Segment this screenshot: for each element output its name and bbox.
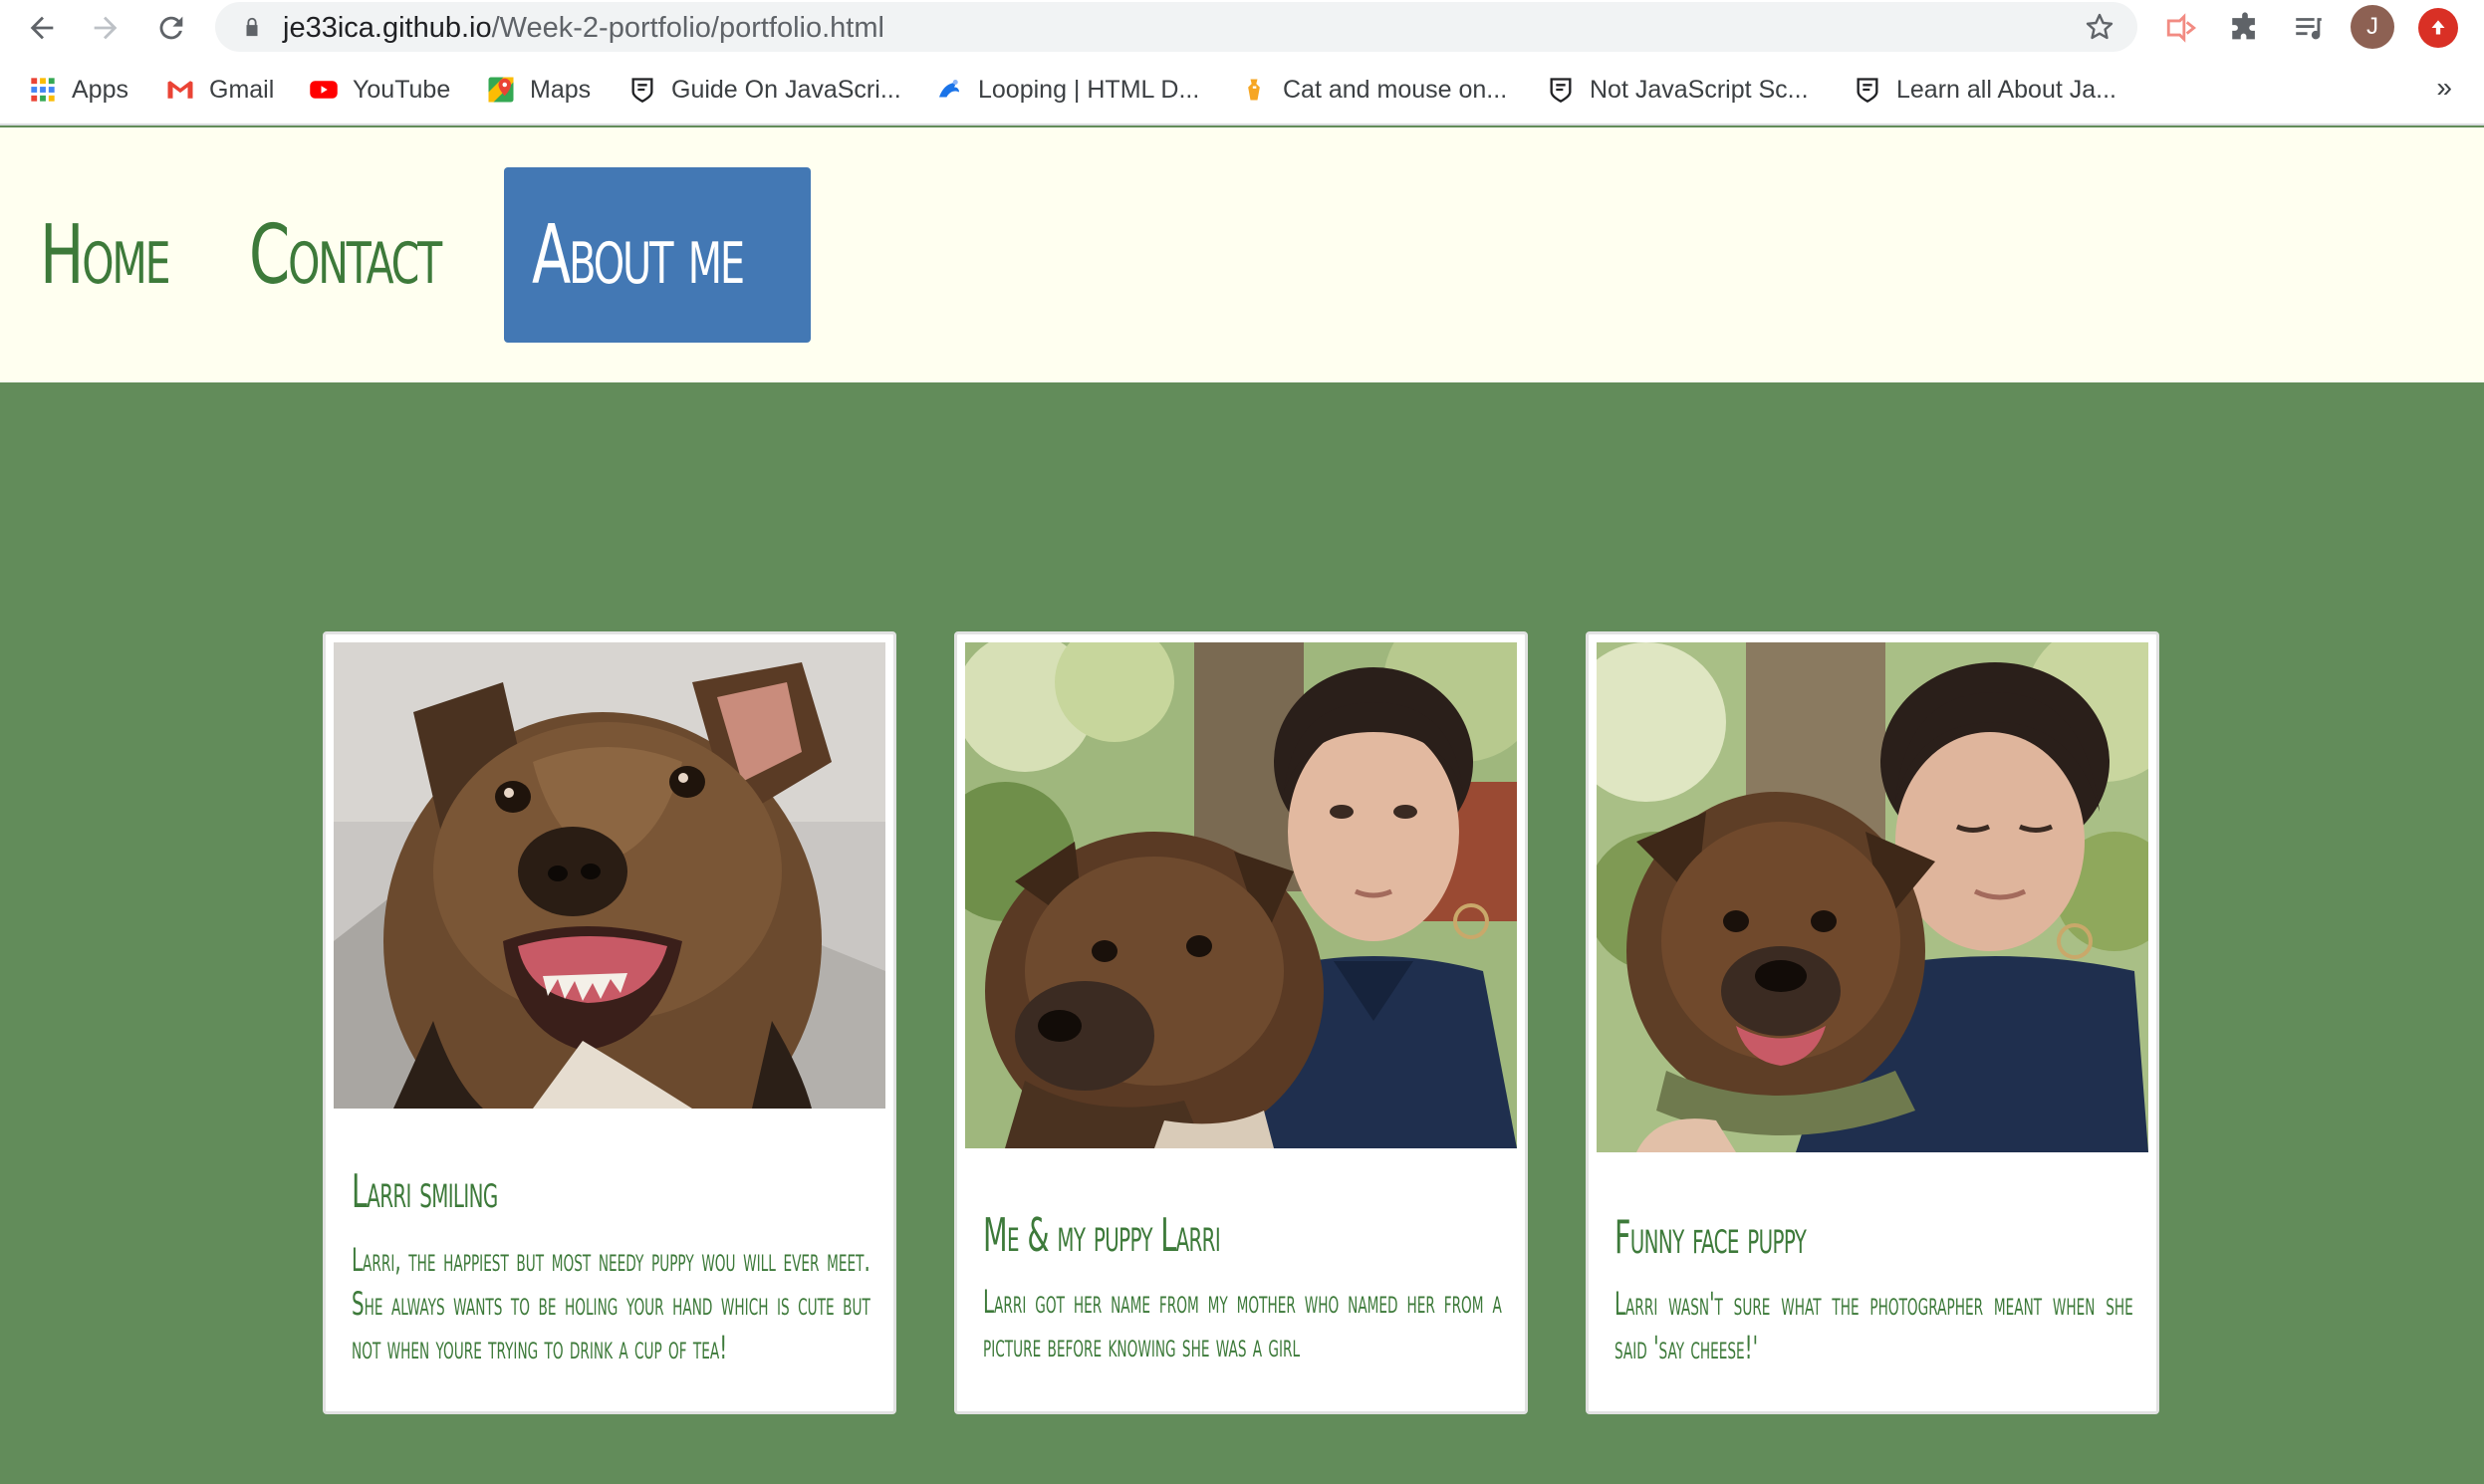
card-photo: [334, 642, 885, 1109]
nav-about-label: About me: [532, 207, 745, 303]
card-title: Funny face puppy: [1615, 1210, 1807, 1264]
back-button[interactable]: [20, 6, 64, 50]
youtube-icon: [309, 75, 339, 105]
browser-toolbar: je33ica.github.io/Week-2-portfolio/portf…: [0, 0, 2484, 56]
photo-card-3: Funny face puppy Larri wasn't sure what …: [1586, 631, 2159, 1414]
card-body: Larri wasn't sure what the photographer …: [1615, 1285, 2133, 1366]
reading-list-icon[interactable]: [2289, 8, 2329, 48]
site-header: Home Contact: [0, 127, 2484, 382]
arrow-left-icon: [30, 16, 54, 40]
card-title: Me & my puppy Larri: [983, 1208, 1221, 1262]
card-photo: [1597, 642, 2148, 1152]
card-title: Larri smiling: [352, 1164, 498, 1218]
bookmark-youtube[interactable]: YouTube: [309, 72, 450, 108]
dog-smiling-image: [334, 642, 885, 1109]
url-host: je33ica.github.io: [283, 12, 492, 44]
bookmark-star-icon[interactable]: [2084, 11, 2115, 43]
photo-card-2: Me & my puppy Larri Larri got her name f…: [954, 631, 1528, 1414]
photo-card-1: Larri smiling Larri, the happiest but mo…: [323, 631, 896, 1414]
extensions-puzzle-icon[interactable]: [2225, 8, 2265, 48]
gmail-icon: [165, 75, 195, 105]
bookmark-maps[interactable]: Maps: [486, 72, 591, 108]
forward-button[interactable]: [84, 6, 127, 50]
bookmark-label: YouTube: [353, 75, 451, 104]
bookmark-label: Cat and mouse on...: [1283, 75, 1508, 104]
woman-hugging-dog-image: [1597, 642, 2148, 1152]
orange-page-icon: [1239, 75, 1269, 105]
bookmark-label: Not JavaScript Sc...: [1590, 75, 1809, 104]
bookmark-not-javascript[interactable]: Not JavaScript Sc...: [1546, 72, 1809, 108]
maps-icon: [486, 75, 516, 105]
bookmark-label: Guide On JavaScri...: [671, 75, 901, 104]
profile-avatar[interactable]: J: [2351, 5, 2394, 49]
woman-with-dog-image: [965, 642, 1517, 1148]
arrow-right-icon: [94, 16, 118, 40]
address-bar[interactable]: je33ica.github.io/Week-2-portfolio/portf…: [215, 2, 2137, 52]
shield-icon: [1853, 75, 1882, 105]
url-path: /Week-2-portfolio/portfolio.html: [491, 12, 884, 44]
more-bookmarks-button[interactable]: »: [2436, 72, 2452, 104]
card-photo: [965, 642, 1517, 1148]
extension-cast-icon[interactable]: [2161, 8, 2201, 48]
bookmarks-bar: Apps Gmail YouTube Maps Guide On JavaScr…: [0, 56, 2484, 125]
bookmark-learn-javascript[interactable]: Learn all About Ja...: [1853, 72, 2116, 108]
bookmark-gmail[interactable]: Gmail: [165, 72, 274, 108]
reload-icon: [159, 16, 183, 40]
bookmark-label: Apps: [72, 75, 128, 104]
nav-about-link[interactable]: About me: [504, 167, 811, 343]
shield-icon: [1546, 75, 1576, 105]
bookmark-cat-and-mouse[interactable]: Cat and mouse on...: [1239, 72, 1507, 108]
bookmark-label: Looping | HTML D...: [978, 75, 1200, 104]
nav-home-link[interactable]: Home: [40, 167, 171, 343]
nav-contact-link[interactable]: Contact: [249, 167, 442, 343]
bookmark-label: Learn all About Ja...: [1896, 75, 2116, 104]
card-body: Larri, the happiest but most needy puppy…: [352, 1241, 870, 1366]
url-text: je33ica.github.io/Week-2-portfolio/portf…: [283, 12, 884, 45]
bookmark-looping-html[interactable]: Looping | HTML D...: [934, 72, 1199, 108]
shield-icon: [627, 75, 657, 105]
bookmark-guide-javascript[interactable]: Guide On JavaScri...: [627, 72, 901, 108]
reload-button[interactable]: [149, 6, 193, 50]
card-body: Larri got her name from my mother who na…: [983, 1283, 1502, 1364]
lock-icon: [246, 17, 258, 37]
update-arrow-icon[interactable]: [2418, 8, 2458, 48]
bookmark-label: Gmail: [209, 75, 275, 104]
page-icon: [934, 75, 964, 105]
bookmark-label: Maps: [530, 75, 592, 104]
apps-grid-icon: [28, 75, 58, 105]
bookmark-apps[interactable]: Apps: [28, 72, 128, 108]
